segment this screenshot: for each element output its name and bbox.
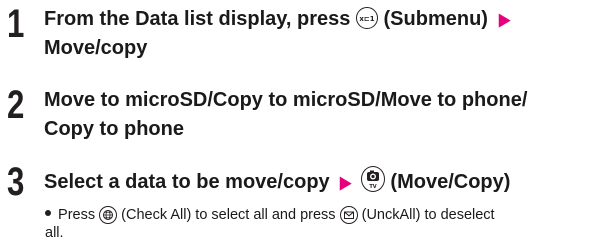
step-number: 2	[7, 83, 24, 127]
triangle-right-icon: ▶	[498, 10, 510, 29]
step-3-note-cont: all.	[45, 225, 64, 241]
note-text-c: (UnckAll) to deselect	[361, 207, 495, 223]
globe-key-icon	[99, 206, 118, 224]
submenu-key-icon: x⊏1	[355, 7, 378, 29]
note-text-a: Press	[58, 207, 96, 223]
step-3-text: Select a data to be move/copy	[44, 171, 330, 193]
submenu-label: (Submenu)	[383, 8, 488, 30]
camera-tv-key-icon: TV	[360, 166, 385, 192]
step-1-line-1: From the Data list display, press x⊏1 (S…	[44, 7, 514, 32]
step-3-line-1: Select a data to be move/copy ▶ TV (Move…	[44, 166, 510, 195]
step-3-note: Press (Check All) to select all and pres…	[45, 206, 495, 224]
step-2-line-2: Copy to phone	[44, 118, 184, 140]
step-1-line-2: Move/copy	[44, 37, 148, 59]
svg-text:TV: TV	[369, 184, 376, 190]
move-copy-label: (Move/Copy)	[390, 171, 511, 193]
mail-key-icon	[339, 206, 358, 224]
triangle-right-icon: ▶	[340, 173, 352, 192]
step-2-line-1: Move to microSD/Copy to microSD/Move to …	[44, 89, 528, 111]
step-number: 1	[7, 2, 24, 46]
step-number: 3	[7, 160, 24, 204]
svg-text:x⊏1: x⊏1	[359, 15, 374, 23]
bullet-icon	[45, 210, 51, 216]
step-1-text: From the Data list display, press	[44, 8, 351, 30]
note-text-b: (Check All) to select all and press	[121, 207, 336, 223]
